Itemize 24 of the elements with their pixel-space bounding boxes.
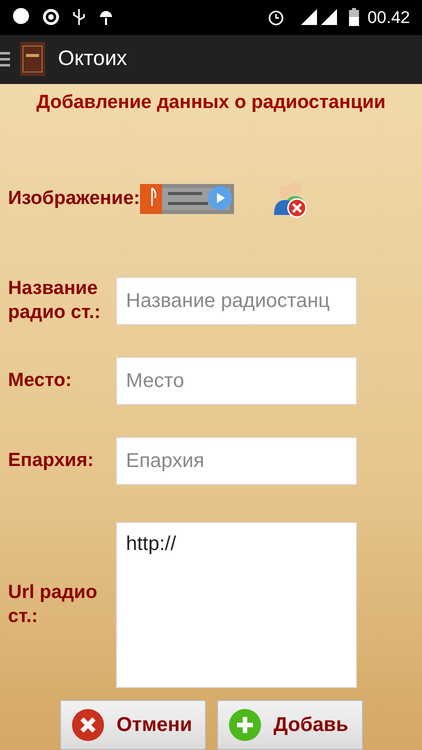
input-field[interactable]: Место [116, 357, 357, 405]
input-field[interactable]: Название радиостанц [116, 277, 357, 325]
menu-icon[interactable] [0, 51, 10, 68]
input-field[interactable]: Епархия [116, 437, 357, 485]
book-icon[interactable] [20, 42, 45, 76]
field-label: Место: [8, 369, 73, 393]
add-button[interactable]: Добавь [216, 700, 362, 750]
plus-icon [228, 708, 262, 742]
clock-time: 00.42 [367, 6, 410, 29]
url-field[interactable]: http:// [116, 522, 357, 688]
close-icon [70, 708, 104, 742]
signal-icon [301, 9, 318, 26]
usb-icon [72, 8, 86, 26]
form-heading: Добавление данных о радиостанции [35, 90, 387, 114]
field-label: Название радио ст.: [8, 277, 102, 325]
signal-icon [321, 9, 338, 26]
alarm-icon [267, 8, 286, 26]
cancel-button[interactable]: Отмени [60, 700, 206, 750]
field-label: Изображение: [8, 187, 140, 211]
circle-icon [42, 8, 60, 26]
battery-icon [349, 8, 360, 26]
app-title: Октоих [58, 46, 128, 72]
field-label: Епархия: [8, 449, 95, 473]
field-label: Url радио ст.: [8, 581, 98, 629]
